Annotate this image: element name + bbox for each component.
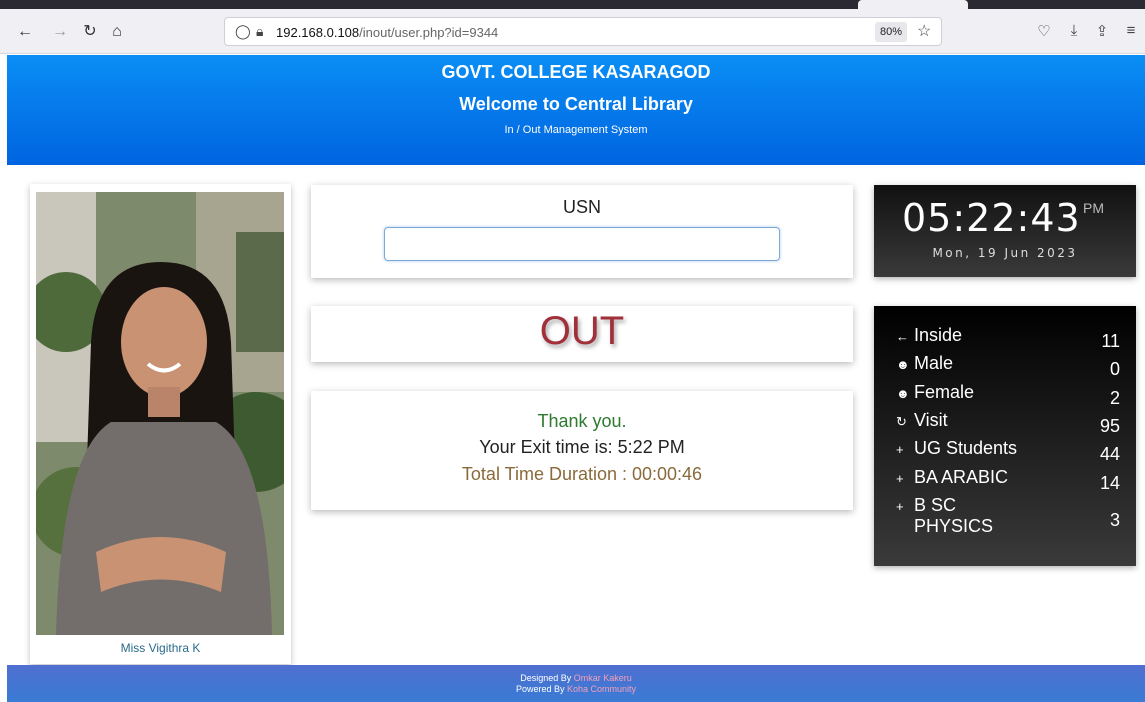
message-card: Thank you. Your Exit time is: 5:22 PM To… <box>311 391 853 510</box>
lock-icon[interactable]: 🔒︎ <box>256 23 263 40</box>
url-host: 192.168.0.108 <box>276 25 360 40</box>
stat-label: BA ARABIC <box>914 467 1009 487</box>
stat-value: 11 <box>1101 331 1120 351</box>
college-title: GOVT. COLLEGE KASARAGOD <box>441 62 711 82</box>
menu-icon[interactable]: ≡ <box>1121 22 1141 39</box>
designed-by-line: Designed By Omkar Kakeru <box>7 673 1145 684</box>
powered-by-prefix: Powered By <box>515 684 565 694</box>
forward-icon[interactable]: → <box>50 22 70 42</box>
usn-label: USN <box>562 197 601 217</box>
powered-by-line: Powered By Koha Community <box>7 684 1145 695</box>
stat-label: Inside <box>914 325 963 345</box>
stat-bsc-physics: + B SC PHYSICS 3 <box>896 495 1120 537</box>
zoom-level[interactable]: 80% <box>875 22 908 42</box>
designer-link[interactable]: Omkar Kakeru <box>574 673 632 683</box>
system-subtitle: In / Out Management System <box>504 124 648 136</box>
stat-label: B SC PHYSICS <box>914 495 994 536</box>
stat-ug-students: + UG Students 44 <box>896 438 1120 464</box>
page-header: GOVT. COLLEGE KASARAGOD Welcome to Centr… <box>7 55 1145 165</box>
browser-tab[interactable] <box>858 0 968 9</box>
status-card: OUT <box>311 306 853 362</box>
status-text: OUT <box>539 309 625 353</box>
clock-time: 05:22:43 <box>902 196 1081 240</box>
user-photo-card: Miss Vigithra K <box>30 184 291 664</box>
designed-by-prefix: Designed By <box>520 673 572 683</box>
stats-panel: ← Inside 11 ☻ Male 0 ☻ Female 2 ↻ Visit 95 +… <box>874 306 1136 566</box>
stat-inside: ← Inside 11 <box>896 325 1120 351</box>
url-bar[interactable]: ◯ 🔒︎ 192.168.0.108/inout/user.php?id=934… <box>224 17 942 46</box>
clock-ampm: PM <box>1083 200 1104 216</box>
exit-time-message: Your Exit time is: 5:22 PM <box>479 437 685 457</box>
url-path: /inout/user.php?id=9344 <box>359 25 499 40</box>
user-photo <box>36 192 284 635</box>
stat-label: Female <box>914 382 975 402</box>
stat-value: 3 <box>1109 510 1120 530</box>
stat-ba-arabic: + BA ARABIC 14 <box>896 467 1120 493</box>
share-icon[interactable]: ⇪ <box>1092 22 1112 40</box>
page-footer: Designed By Omkar Kakeru Powered By Koha… <box>7 665 1145 702</box>
home-icon[interactable]: ⌂ <box>107 22 127 42</box>
shield-icon[interactable]: ◯ <box>235 23 251 40</box>
bookmark-star-icon[interactable]: ☆ <box>917 21 931 41</box>
plus-icon: + <box>896 471 904 486</box>
stat-value: 2 <box>1109 388 1120 408</box>
user-name: Miss Vigithra K <box>120 641 201 655</box>
stat-label: Visit <box>914 410 948 430</box>
female-icon: ☻ <box>896 386 910 401</box>
usn-card: USN <box>311 185 853 278</box>
stat-value: 14 <box>1099 473 1120 493</box>
koha-link[interactable]: Koha Community <box>567 684 636 694</box>
browser-titlebar <box>0 0 1145 9</box>
thank-you-message: Thank you. <box>537 411 627 431</box>
arrow-left-icon: ← <box>896 329 909 344</box>
stat-visit: ↻ Visit 95 <box>896 410 1120 436</box>
clock-widget: 05:22:43 PM Mon, 19 Jun 2023 <box>874 185 1136 277</box>
download-icon[interactable]: ⤓ <box>1064 22 1084 39</box>
duration-message: Total Time Duration : 00:00:46 <box>461 464 703 484</box>
stat-value: 95 <box>1099 416 1120 436</box>
back-icon[interactable]: ← <box>15 22 35 42</box>
clock-date: Mon, 19 Jun 2023 <box>932 246 1078 260</box>
plus-icon: + <box>896 499 904 514</box>
stat-male: ☻ Male 0 <box>896 353 1120 379</box>
plus-icon: + <box>896 442 904 457</box>
browser-toolbar: ← → ↻ ⌂ ◯ 🔒︎ 192.168.0.108/inout/user.ph… <box>0 9 1145 54</box>
reload-icon[interactable]: ↻ <box>80 22 100 42</box>
male-icon: ☻ <box>896 357 910 372</box>
stat-value: 0 <box>1109 359 1120 379</box>
refresh-icon: ↻ <box>896 414 907 429</box>
stat-label: Male <box>914 353 954 373</box>
url-text[interactable]: 192.168.0.108/inout/user.php?id=9344 <box>276 25 498 40</box>
stat-value: 44 <box>1099 444 1120 464</box>
pocket-icon[interactable]: ♡ <box>1034 22 1054 40</box>
stat-label: UG Students <box>914 438 1018 458</box>
usn-input[interactable] <box>384 227 780 261</box>
stat-female: ☻ Female 2 <box>896 382 1120 408</box>
welcome-title: Welcome to Central Library <box>459 94 693 114</box>
